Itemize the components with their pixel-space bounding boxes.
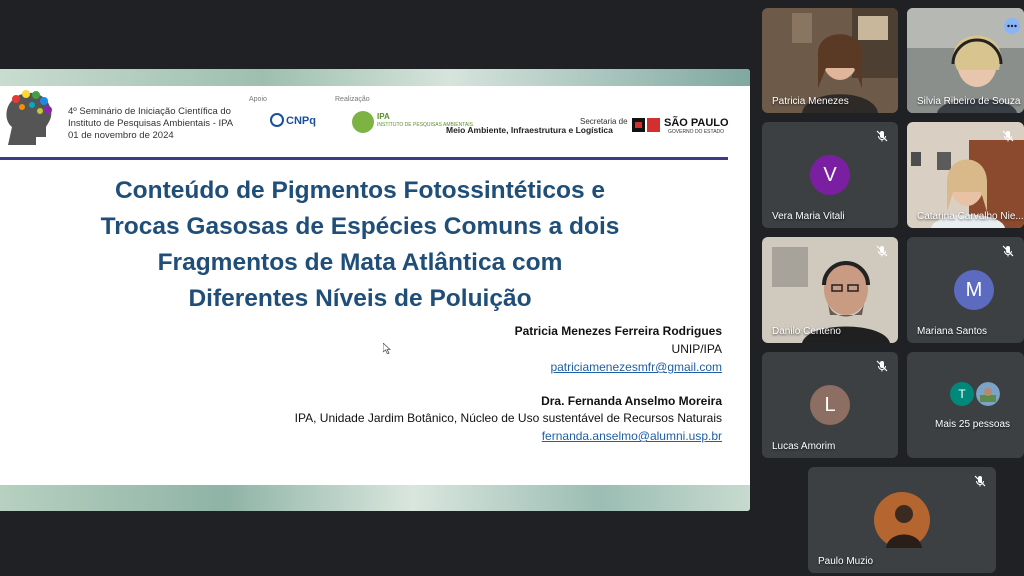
participant-name: Silvia Ribeiro de Souza (917, 96, 1021, 107)
sao-paulo-logo: SÃO PAULO (664, 117, 729, 129)
seminar-line: 4º Seminário de Iniciação Científica do (68, 106, 231, 117)
participant-tile[interactable]: Danilo Centeno (762, 237, 898, 343)
title-line: Conteúdo de Pigmentos Fotossintéticos e (114, 177, 606, 204)
seminar-info: 4º Seminário de Iniciação Científica do … (68, 106, 233, 142)
cursor-icon (383, 343, 391, 354)
author2-affiliation: IPA, Unidade Jardim Botânico, Núcleo de … (294, 411, 722, 425)
participant-name: Mariana Santos (917, 326, 988, 337)
participant-name: Patricia Menezes (772, 96, 849, 107)
author2-name: Dra. Fernanda Anselmo Moreira (541, 394, 722, 408)
apoio-label: Apoio (249, 96, 267, 103)
ipa-logo: IPA (377, 112, 390, 121)
participant-photo-avatar (874, 492, 930, 548)
slide-top-band (0, 69, 750, 86)
header-divider (0, 157, 728, 160)
cnpq-logo: CNPq (286, 115, 316, 127)
slide-bottom-band (0, 485, 750, 511)
seminar-line: Instituto de Pesquisas Ambientais - IPA (68, 118, 234, 129)
title-line: Fragmentos de Mata Atlântica com (157, 249, 563, 276)
participant-avatar: L (810, 385, 850, 425)
participant-name: Catarina Carvalho Nie... (917, 211, 1024, 222)
participant-tile[interactable]: Patricia Menezes (762, 8, 898, 113)
author1-email-link[interactable]: patriciamenezesmfr@gmail.com (550, 360, 722, 374)
cnpq-logo-mark (270, 113, 284, 127)
participant-name: Paulo Muzio (818, 556, 874, 567)
participant-name: Danilo Centeno (772, 326, 841, 337)
participant-tile[interactable]: L Lucas Amorim (762, 352, 898, 458)
participant-avatar: M (954, 270, 994, 310)
seminar-date: 01 de novembro de 2024 (68, 130, 174, 141)
participant-avatar: T (950, 382, 974, 406)
mic-off-icon (1002, 130, 1014, 142)
mic-off-icon (876, 130, 888, 142)
participant-photo-avatar (976, 382, 1000, 406)
realizacao-label: Realização (335, 96, 370, 103)
title-line: Trocas Gasosas de Espécies Comuns a dois (100, 213, 620, 240)
mic-off-icon (974, 475, 986, 487)
participant-tile[interactable]: V Vera Maria Vitali (762, 122, 898, 228)
author1-affiliation: UNIP/IPA (671, 342, 722, 356)
slide-title: Conteúdo de Pigmentos Fotossintéticos e … (20, 173, 700, 317)
mic-off-icon (876, 360, 888, 372)
more-options-icon[interactable] (1004, 18, 1020, 34)
mic-off-icon (1002, 245, 1014, 257)
author2-email-link[interactable]: fernanda.anselmo@alumni.usp.br (542, 429, 722, 443)
participant-name: Vera Maria Vitali (772, 211, 845, 222)
participant-tile-active[interactable]: Silvia Ribeiro de Souza (907, 8, 1024, 113)
title-line: Diferentes Níveis de Poluição (188, 285, 532, 312)
more-participants-label: Mais 25 pessoas (935, 419, 1011, 430)
seminar-head-logo (6, 90, 52, 145)
sao-paulo-flag-icon (632, 118, 660, 132)
mic-off-icon (876, 245, 888, 257)
more-participants-tile[interactable]: T Mais 25 pessoas (907, 352, 1024, 458)
participant-tile[interactable]: Paulo Muzio (808, 467, 996, 573)
ipa-logo-mark (352, 111, 374, 133)
secretaria-text: Meio Ambiente, Infraestrutura e Logístic… (446, 125, 613, 135)
sao-paulo-logo-sub: GOVERNO DO ESTADO (668, 129, 725, 135)
participant-tile[interactable]: M Mariana Santos (907, 237, 1024, 343)
author1-name: Patricia Menezes Ferreira Rodrigues (514, 324, 722, 338)
presentation-slide: 4º Seminário de Iniciação Científica do … (0, 69, 750, 511)
participant-avatar: V (810, 155, 850, 195)
participant-tile[interactable]: Catarina Carvalho Nie... (907, 122, 1024, 228)
participant-name: Lucas Amorim (772, 441, 836, 452)
